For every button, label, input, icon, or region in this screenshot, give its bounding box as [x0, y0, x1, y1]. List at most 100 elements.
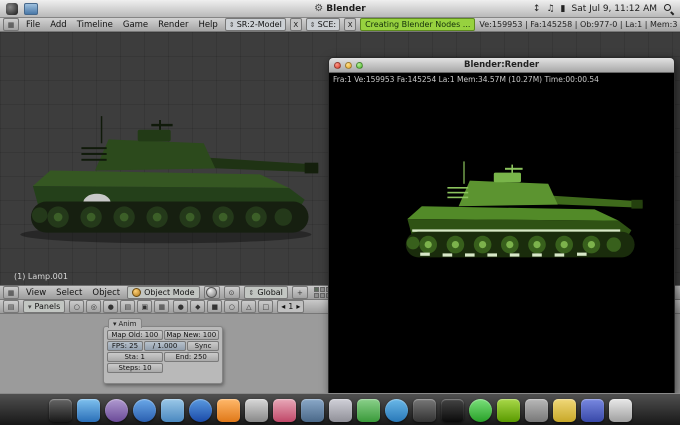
scene-unlink-button[interactable]: X	[344, 18, 357, 31]
places-menu-icon[interactable]	[24, 2, 38, 15]
menu-object[interactable]: Object	[89, 288, 123, 298]
dock-icon-terminal[interactable]	[48, 398, 72, 422]
menu-view[interactable]: View	[23, 288, 49, 298]
menu-render[interactable]: Render	[155, 20, 191, 30]
maximize-button[interactable]	[356, 61, 363, 69]
map-new-field[interactable]: Map New: 100	[163, 330, 219, 340]
sync-toggle[interactable]: Sync	[187, 341, 219, 351]
dock-icon-settings[interactable]	[524, 398, 548, 422]
dock-icon-app[interactable]	[580, 398, 604, 422]
panels-menu[interactable]: ▾ Panels	[23, 300, 66, 313]
solid-shading-icon	[206, 287, 217, 298]
fps-field[interactable]: FPS: 25	[107, 341, 143, 351]
dock-icon-chat[interactable]	[468, 398, 492, 422]
editing-icon[interactable]: ▣	[137, 300, 153, 313]
anim-panel-title: Anim	[118, 319, 137, 328]
radiosity-icon[interactable]: ○	[224, 300, 240, 313]
render-buttons-icon[interactable]: □	[258, 300, 274, 313]
battery-icon[interactable]: ▮	[561, 4, 566, 14]
material-icon[interactable]: ◆	[190, 300, 206, 313]
panel-collapse-icon: ▾	[113, 319, 117, 328]
minimize-button[interactable]	[345, 61, 352, 69]
screen-selector[interactable]: ⇕ SR:2-Model	[224, 18, 286, 31]
scene-selector-value: SCE:	[317, 20, 337, 29]
dock-icon-text-editor[interactable]	[356, 398, 380, 422]
distro-menu-icon[interactable]	[6, 2, 18, 15]
script-icon[interactable]: ◎	[86, 300, 102, 313]
render-window[interactable]: Blender:Render Fra:1 Ve:159953 Fa:145254…	[328, 57, 675, 395]
dock-icon-package[interactable]	[104, 398, 128, 422]
frame-decrement-icon[interactable]: ◂	[281, 302, 285, 311]
pivot-icon[interactable]: ⊙	[223, 286, 240, 299]
context-buttons: ○ ◎ ● ▤ ▣ ▦	[69, 300, 170, 313]
dock-icon-vlc[interactable]	[216, 398, 240, 422]
layer-toggle[interactable]	[319, 287, 325, 292]
frame-increment-icon[interactable]: ▸	[296, 302, 300, 311]
dock-icon-notes[interactable]	[552, 398, 576, 422]
dock-icon-network[interactable]	[384, 398, 408, 422]
menu-add[interactable]: Add	[47, 20, 69, 30]
search-icon[interactable]	[663, 3, 674, 14]
menu-timeline[interactable]: Timeline	[74, 20, 116, 30]
transform-orientation-selector[interactable]: ⇕ Global	[243, 286, 288, 299]
dock-icon-photos[interactable]	[272, 398, 296, 422]
menubar-clock[interactable]: Sat Jul 9, 11:12 AM	[571, 4, 657, 14]
dock-icon-display[interactable]	[440, 398, 464, 422]
header-stats: Ve:159953 | Fa:145258 | Ob:977-0 | La:1 …	[479, 20, 677, 29]
menu-file[interactable]: File	[23, 20, 43, 30]
menu-game[interactable]: Game	[120, 20, 151, 30]
dock-icon-nvidia-settings[interactable]	[496, 398, 520, 422]
manipulator-icon[interactable]: +	[291, 286, 308, 299]
lamp-icon[interactable]: ●	[173, 300, 189, 313]
screen-selector-value: SR:2-Model	[236, 20, 282, 29]
render-result-area: Fra:1 Ve:159953 Fa:145254 La:1 Mem:34.57…	[329, 73, 674, 394]
dropdown-arrows-icon: ⇕	[248, 288, 255, 297]
steps-field[interactable]: Steps: 10	[107, 363, 163, 373]
object-mode-icon	[132, 288, 142, 297]
map-old-field[interactable]: Map Old: 100	[107, 330, 163, 340]
logic-icon[interactable]: ○	[69, 300, 85, 313]
dock-icon-files[interactable]	[76, 398, 100, 422]
anim-panel-tab[interactable]: ▾ Anim	[108, 318, 142, 328]
draw-mode-icon[interactable]	[203, 286, 220, 299]
dock-icon-music[interactable]	[188, 398, 212, 422]
end-frame-field[interactable]: End: 250	[163, 352, 219, 362]
frame-stepper[interactable]: ◂ 1 ▸	[277, 300, 305, 313]
dock-icon-browser[interactable]	[132, 398, 156, 422]
dock-icon-camera[interactable]	[244, 398, 268, 422]
dock-icon-keychain[interactable]	[328, 398, 352, 422]
texture-icon[interactable]: ■	[207, 300, 223, 313]
dock-icon-trash[interactable]	[608, 398, 632, 422]
anim-panel: ▾ Anim Map Old: 100 Map New: 100 FPS: 25…	[103, 318, 223, 384]
close-button[interactable]	[334, 61, 341, 69]
render-window-titlebar[interactable]: Blender:Render	[329, 58, 674, 73]
system-menubar: ⚙ Blender ↕ ♫ ▮ Sat Jul 9, 11:12 AM	[0, 0, 680, 18]
layer-toggle[interactable]	[319, 293, 325, 298]
panels-menu-label: Panels	[34, 302, 61, 311]
dropdown-arrows-icon: ⇕	[228, 20, 235, 29]
menu-select[interactable]: Select	[53, 288, 85, 298]
object-icon[interactable]: ▤	[120, 300, 136, 313]
fps-divisor-field[interactable]: / 1.000	[144, 341, 186, 351]
editor-type-icon[interactable]: ▦	[3, 286, 19, 299]
layer-toggle[interactable]	[313, 293, 319, 298]
layer-toggle[interactable]	[313, 287, 319, 292]
dock-icon-system-monitor[interactable]	[412, 398, 436, 422]
scene-selector[interactable]: ⇕ SCE:	[305, 18, 341, 31]
app-menu-gear-icon[interactable]: ⚙	[314, 3, 323, 14]
mode-selector[interactable]: Object Mode	[127, 286, 200, 299]
start-frame-field[interactable]: Sta: 1	[107, 352, 163, 362]
network-icon[interactable]: ↕	[533, 4, 541, 14]
volume-icon[interactable]: ♫	[546, 4, 554, 14]
window-type-icon[interactable]: ▦	[3, 18, 19, 31]
dock-icon-mail[interactable]	[160, 398, 184, 422]
shading-icon[interactable]: ●	[103, 300, 119, 313]
editor-type-icon[interactable]: ▤	[3, 300, 19, 313]
world-icon[interactable]: △	[241, 300, 257, 313]
chevron-down-icon: ▾	[28, 302, 32, 311]
screen-unlink-button[interactable]: X	[289, 18, 302, 31]
menu-help[interactable]: Help	[195, 20, 220, 30]
tank-model[interactable]	[0, 108, 326, 264]
scene-icon[interactable]: ▦	[154, 300, 170, 313]
dock-icon-documents[interactable]	[300, 398, 324, 422]
